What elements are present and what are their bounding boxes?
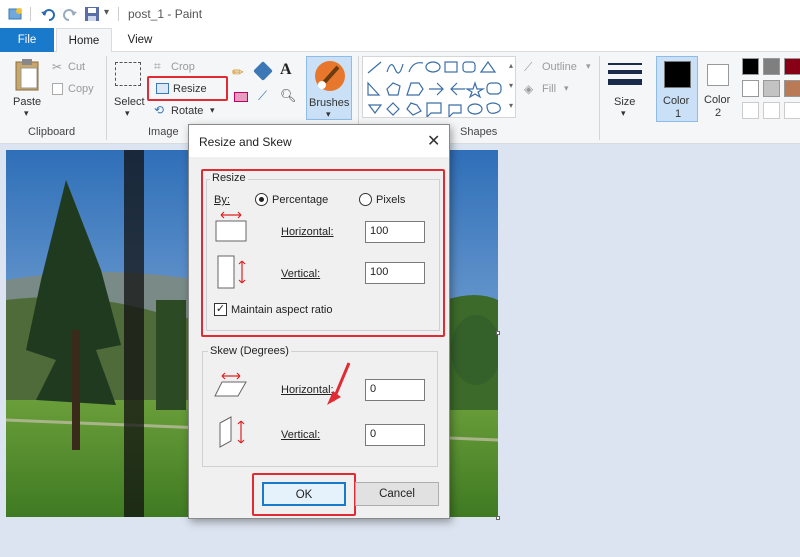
resize-icon xyxy=(156,83,169,94)
color1-button[interactable]: Color 1 xyxy=(656,56,698,122)
cut-button[interactable]: ✂ Cut xyxy=(52,60,102,76)
shapes-scroll[interactable]: ▴ ▾ ▾ xyxy=(506,56,516,118)
crop-icon: ⌗ xyxy=(154,59,161,73)
color1-swatch xyxy=(664,61,691,88)
tab-file[interactable]: File xyxy=(0,28,54,52)
horizontal-resize-icon xyxy=(215,211,247,243)
palette-swatch[interactable] xyxy=(763,102,780,119)
color-palette[interactable] xyxy=(742,58,800,124)
shapes-gallery[interactable] xyxy=(362,56,516,118)
resize-horizontal-input[interactable]: 100 xyxy=(365,221,425,243)
skew-vertical-label: Vertical: xyxy=(281,429,321,441)
cancel-button[interactable]: Cancel xyxy=(355,482,439,506)
palette-swatch[interactable] xyxy=(742,58,759,75)
radio-unchecked-icon xyxy=(359,193,372,206)
close-icon[interactable]: ✕ xyxy=(427,131,440,151)
line-size-icon xyxy=(608,63,642,85)
canvas-resize-handle[interactable] xyxy=(496,516,500,520)
select-button[interactable]: Select ▾ xyxy=(111,56,147,118)
eraser-icon[interactable] xyxy=(234,92,248,102)
by-label: By: xyxy=(214,194,230,206)
palette-swatch[interactable] xyxy=(784,58,800,75)
save-icon[interactable] xyxy=(84,6,100,25)
tab-view[interactable]: View xyxy=(114,28,166,52)
canvas-resize-handle[interactable] xyxy=(496,331,500,335)
skew-vertical-input[interactable]: 0 xyxy=(365,424,425,446)
horizontal-skew-icon xyxy=(214,372,248,398)
tab-home[interactable]: Home xyxy=(56,28,112,53)
resize-and-skew-dialog: Resize and Skew ✕ Resize By: Percentage … xyxy=(188,124,450,519)
ribbon-tabs: File Home View xyxy=(0,28,800,53)
pixels-radio[interactable]: Pixels xyxy=(359,192,419,208)
resize-vertical-input[interactable]: 100 xyxy=(365,262,425,284)
redo-icon[interactable] xyxy=(62,6,78,25)
quick-access-dropdown-icon[interactable]: ▾ xyxy=(104,7,109,18)
ok-button[interactable]: OK xyxy=(262,482,346,506)
resize-legend: Resize xyxy=(210,172,248,184)
radio-checked-icon xyxy=(255,193,268,206)
rotate-button[interactable]: ⟲ Rotate ▾ xyxy=(154,103,218,120)
color2-swatch xyxy=(707,64,729,86)
outline-dropdown[interactable]: ⟋ Outline ▾ xyxy=(524,60,594,76)
palette-swatch[interactable] xyxy=(742,80,759,97)
skew-horizontal-input[interactable]: 0 xyxy=(365,379,425,401)
copy-icon xyxy=(52,83,63,95)
select-icon xyxy=(115,62,141,86)
paste-button[interactable]: Paste ▾ xyxy=(8,56,48,118)
palette-swatch[interactable] xyxy=(763,58,780,75)
brushes-button[interactable]: Brushes ▾ xyxy=(306,56,352,120)
color-picker-icon[interactable]: ⟋ xyxy=(258,88,267,104)
maintain-aspect-ratio-checkbox[interactable]: ✓ Maintain aspect ratio xyxy=(214,303,374,319)
dialog-title-bar: Resize and Skew ✕ xyxy=(189,125,449,157)
palette-swatch[interactable] xyxy=(784,102,800,119)
copy-button[interactable]: Copy xyxy=(52,82,102,98)
pencil-icon[interactable]: ✏ xyxy=(232,64,244,81)
dialog-title: Resize and Skew xyxy=(199,135,292,149)
fill-icon: ◈ xyxy=(524,82,534,96)
fill-dropdown[interactable]: ◈ Fill ▾ xyxy=(524,82,584,98)
rotate-icon: ⟲ xyxy=(154,103,165,117)
skew-legend: Skew (Degrees) xyxy=(208,345,291,357)
size-button[interactable]: Size ▾ xyxy=(604,56,646,120)
palette-swatch[interactable] xyxy=(784,80,800,97)
fill-bucket-icon[interactable] xyxy=(253,61,273,81)
resize-horizontal-label: Horizontal: xyxy=(281,226,334,238)
skew-group xyxy=(202,351,438,467)
text-icon[interactable]: A xyxy=(280,61,292,79)
group-label-clipboard: Clipboard xyxy=(28,126,76,138)
palette-swatch[interactable] xyxy=(742,102,759,119)
paste-icon xyxy=(15,59,39,91)
vertical-resize-icon xyxy=(217,255,249,291)
group-label-image: Image xyxy=(148,126,179,138)
color2-button[interactable]: Color 2 xyxy=(700,56,738,122)
paint-app-icon xyxy=(8,6,24,22)
vertical-skew-icon xyxy=(217,415,249,449)
undo-icon[interactable] xyxy=(40,6,56,25)
percentage-radio[interactable]: Percentage xyxy=(255,192,345,208)
palette-swatch[interactable] xyxy=(763,80,780,97)
group-label-shapes: Shapes xyxy=(460,126,498,138)
crop-button[interactable]: ⌗ Crop xyxy=(154,59,204,76)
title-bar: ▾ post_1 - Paint xyxy=(0,0,800,28)
resize-vertical-label: Vertical: xyxy=(281,268,321,280)
annotation-arrow-icon xyxy=(327,362,351,405)
resize-button[interactable]: Resize xyxy=(147,76,228,101)
outline-icon: ⟋ xyxy=(524,60,533,74)
magnifier-icon[interactable]: 🔍︎ xyxy=(280,88,297,104)
window-title: post_1 - Paint xyxy=(128,7,203,21)
brush-icon xyxy=(315,61,345,91)
scissors-icon: ✂ xyxy=(52,60,63,74)
checkbox-checked-icon: ✓ xyxy=(214,303,227,316)
